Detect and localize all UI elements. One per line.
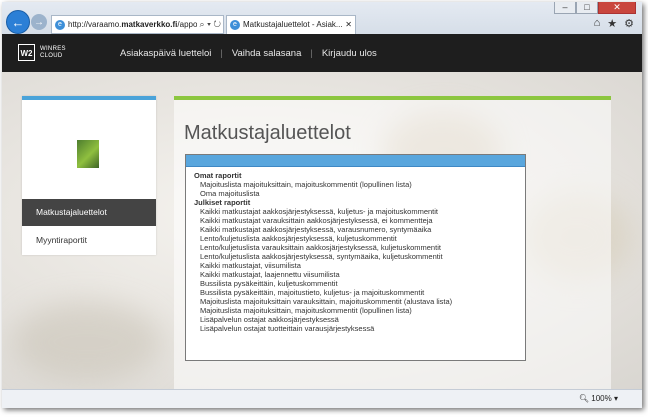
- site-header: W2 WINRES CLOUD Asiakaspäivä luetteloi |…: [2, 34, 642, 72]
- dropdown-option[interactable]: Kaikki matkustajat varauksittain aakkosj…: [186, 216, 525, 225]
- dropdown-option[interactable]: Majoituslista majoituksittain, majoitusk…: [186, 180, 525, 189]
- dropdown-arrow-icon[interactable]: ▾: [207, 19, 211, 29]
- dropdown-option[interactable]: Majoituslista majoituksittain, majoitusk…: [186, 306, 525, 315]
- dropdown-option[interactable]: Lisäpalvelun ostajat tuotteittain varaus…: [186, 324, 525, 333]
- ie-icon: e: [230, 19, 240, 30]
- sidebar-item-sales-reports[interactable]: Myyntiraportit: [22, 226, 156, 255]
- zoom-control[interactable]: 🔍︎ 100% ▾: [579, 394, 618, 403]
- status-bar: 🔍︎ 100% ▾: [2, 389, 642, 408]
- minimize-button[interactable]: –: [554, 2, 576, 14]
- browser-toolbar-icons: ⌂ ★ ⚙: [594, 17, 634, 30]
- close-window-button[interactable]: ✕: [598, 2, 636, 14]
- ie-icon: e: [55, 19, 65, 30]
- optgroup-label: Julkiset raportit: [194, 198, 251, 207]
- winres-cloud-logo[interactable]: W2 WINRES CLOUD: [18, 44, 66, 61]
- address-actions: ⌕ ▾ ↻: [196, 16, 221, 33]
- top-navigation: Asiakaspäivä luetteloi | Vaihda salasana…: [120, 34, 377, 72]
- star-icon[interactable]: ★: [607, 17, 617, 30]
- report-select-dropdown[interactable]: Omat raportit Majoituslista majoituksitta…: [185, 154, 526, 361]
- dropdown-option[interactable]: Oma majoituslista: [186, 189, 525, 198]
- url-prefix: http://varaamo.: [68, 20, 122, 29]
- dropdown-option[interactable]: Lisäpalvelun ostajat aakkosjärjestyksess…: [186, 315, 525, 324]
- logo-mark: W2: [18, 44, 35, 61]
- back-arrow-icon[interactable]: ←: [6, 10, 30, 34]
- tab-title: Matkustajaluettelot - Asiak...: [243, 20, 343, 29]
- zoom-icon: 🔍︎: [578, 394, 590, 403]
- dropdown-option[interactable]: Kaikki matkustajat aakkosjärjestyksessä,…: [186, 207, 525, 216]
- browser-tab[interactable]: e Matkustajaluettelot - Asiak... ✕: [226, 15, 356, 35]
- dropdown-option[interactable]: Lento/kuljetuslista aakkosjärjestyksessä…: [186, 252, 525, 261]
- nav-item-change-password[interactable]: Vaihda salasana: [232, 48, 302, 59]
- logo-line1: WINRES: [40, 45, 66, 52]
- sidebar: Matkustajaluettelot Myyntiraportit: [22, 96, 156, 255]
- address-bar[interactable]: e http://varaamo.matkaverkko.fi/appor ⌕ ▾…: [51, 15, 224, 34]
- selected-option-highlight[interactable]: [186, 155, 525, 167]
- dropdown-option[interactable]: Kaikki matkustajat, viisumilista: [186, 261, 525, 270]
- dropdown-option[interactable]: Kaikki matkustajat aakkosjärjestyksessä,…: [186, 225, 525, 234]
- logo-text: WINRES CLOUD: [40, 46, 66, 60]
- background-blur: [12, 302, 162, 382]
- nav-item-customer-list[interactable]: Asiakaspäivä luetteloi: [120, 48, 211, 59]
- logo-line2: CLOUD: [40, 52, 63, 59]
- window-controls: – □ ✕: [554, 2, 636, 14]
- browser-chrome: – □ ✕ ← → e http://varaamo.matkaverkko.fi…: [2, 2, 642, 35]
- sidebar-item-passenger-lists[interactable]: Matkustajaluettelot: [22, 199, 156, 226]
- dropdown-list: Omat raportit Majoituslista majoituksitta…: [186, 167, 525, 333]
- dropdown-option[interactable]: Majoituslista majoituksittain varauksitt…: [186, 297, 525, 306]
- nav-item-logout[interactable]: Kirjaudu ulos: [322, 48, 377, 59]
- dropdown-option[interactable]: Bussilista pysäkeittäin, majoitustieto, …: [186, 288, 525, 297]
- dropdown-option[interactable]: Lento/kuljetuslista aakkosjärjestyksessä…: [186, 234, 525, 243]
- nav-separator: |: [220, 47, 223, 59]
- maximize-button[interactable]: □: [576, 2, 598, 14]
- nav-separator: |: [310, 47, 313, 59]
- forward-arrow-icon[interactable]: →: [31, 14, 47, 30]
- zoom-level: 100%: [591, 394, 612, 403]
- home-icon[interactable]: ⌂: [594, 17, 601, 30]
- gear-icon[interactable]: ⚙: [624, 17, 634, 30]
- dropdown-option[interactable]: Lento/kuljetuslista varauksittain aakkos…: [186, 243, 525, 252]
- url-domain: matkaverkko.fi: [121, 20, 178, 29]
- company-logo-image: [77, 140, 99, 168]
- search-icon[interactable]: ⌕: [200, 19, 205, 29]
- refresh-icon[interactable]: ↻: [213, 19, 221, 29]
- optgroup-label: Omat raportit: [194, 171, 242, 180]
- dropdown-option[interactable]: Kaikki matkustajat, laajennettu viisumil…: [186, 270, 525, 279]
- page-title: Matkustajaluettelot: [184, 122, 351, 144]
- dropdown-option[interactable]: Bussilista pysäkeittäin, kuljetuskomment…: [186, 279, 525, 288]
- browser-window: – □ ✕ ← → e http://varaamo.matkaverkko.fi…: [2, 2, 642, 408]
- tab-close-icon[interactable]: ✕: [343, 16, 352, 34]
